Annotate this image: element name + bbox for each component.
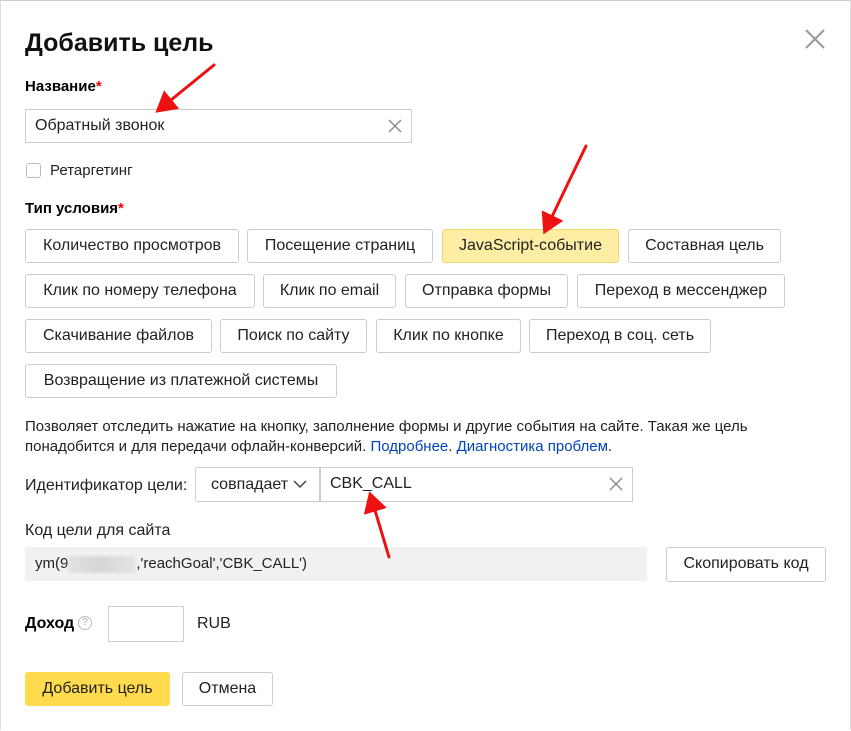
condition-description: Позволяет отследить нажатие на кнопку, з… [25,417,825,457]
add-goal-dialog: Добавить цель Название* Обратный звонок … [0,0,851,730]
condition-form-submit-button[interactable]: Отправка формы [405,274,568,308]
clear-goal-id-icon[interactable] [609,477,623,491]
goal-id-label: Идентификатор цели: [25,477,188,494]
dialog-title: Добавить цель [25,29,214,57]
condition-site-search-button[interactable]: Поиск по сайту [220,319,367,353]
more-link[interactable]: Подробнее [370,438,448,455]
chevron-down-icon [293,480,307,489]
goal-code-field: ym(9 ,'reachGoal','CBK_CALL') [25,547,647,581]
retargeting-label[interactable]: Ретаргетинг [50,162,133,179]
help-icon[interactable]: ? [78,616,92,630]
name-input-value: Обратный звонок [35,117,165,134]
goal-id-value: CBK_CALL [330,475,412,492]
code-prefix: ym(9 [35,555,69,572]
retargeting-checkbox[interactable] [26,163,41,178]
condition-pageviews-button[interactable]: Количество просмотров [25,229,239,263]
condition-javascript-event-button[interactable]: JavaScript-событие [442,229,619,263]
condition-page-visits-button[interactable]: Посещение страниц [247,229,433,263]
redacted-counter-id [68,555,137,573]
cancel-button[interactable]: Отмена [182,672,273,706]
condition-composite-goal-button[interactable]: Составная цель [628,229,781,263]
condition-messenger-button[interactable]: Переход в мессенджер [577,274,785,308]
condition-email-click-button[interactable]: Клик по email [263,274,396,308]
income-input[interactable] [108,606,184,642]
condition-phone-click-button[interactable]: Клик по номеру телефона [25,274,255,308]
code-label: Код цели для сайта [25,522,171,539]
match-type-select[interactable]: совпадает [195,467,320,502]
goal-id-input[interactable]: CBK_CALL [320,467,633,502]
close-icon[interactable] [803,27,827,51]
copy-code-button[interactable]: Скопировать код [666,547,826,582]
condition-social-network-button[interactable]: Переход в соц. сеть [529,319,711,353]
code-suffix: ,'reachGoal','CBK_CALL') [136,555,308,572]
match-type-value: совпадает [211,476,289,493]
required-mark: * [95,78,102,95]
income-label: Доход [25,615,75,632]
link-end: . [607,438,613,455]
arrow-to-javascript-event [541,144,588,235]
name-input[interactable]: Обратный звонок [25,109,412,143]
link-separator: . [448,438,453,455]
clear-name-icon[interactable] [388,119,402,133]
condition-button-click-button[interactable]: Клик по кнопке [376,319,521,353]
diagnostics-link[interactable]: Диагностика проблем [457,438,608,455]
required-mark: * [118,200,124,217]
add-goal-submit-button[interactable]: Добавить цель [25,672,170,706]
condition-type-label: Тип условия* [25,200,124,217]
arrow-to-name-input [155,63,216,113]
condition-payment-return-button[interactable]: Возвращение из платежной системы [25,364,337,398]
condition-file-download-button[interactable]: Скачивание файлов [25,319,212,353]
name-label: Название* [25,78,102,95]
currency-label: RUB [197,615,231,632]
